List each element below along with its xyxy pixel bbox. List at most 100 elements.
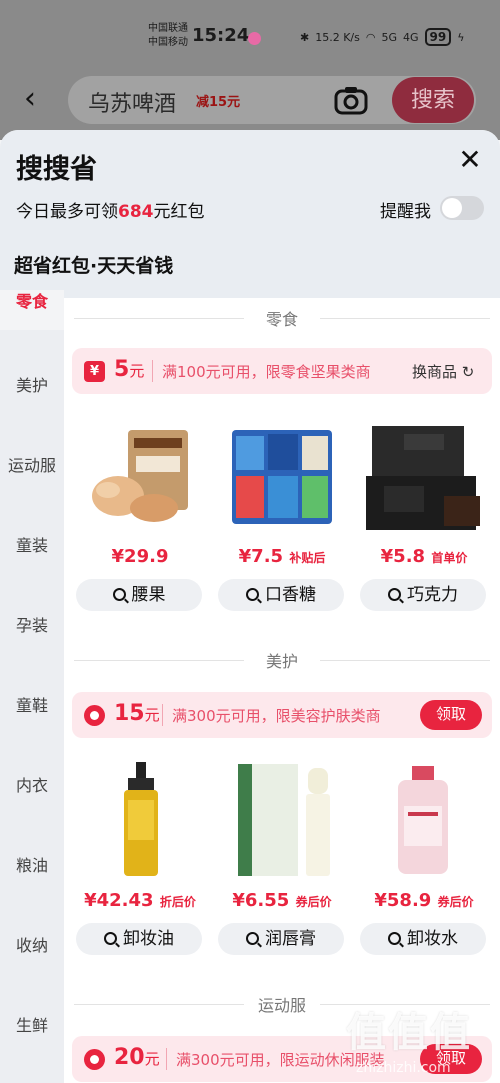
product-image-cashew[interactable] [80,416,200,536]
category-item-sportswear[interactable]: 运动服 [0,452,64,476]
coupon-unit: 元 [144,1050,160,1068]
keyword-search-button[interactable]: 腰果 [76,579,202,611]
camera-icon[interactable] [334,85,368,115]
coupon-value: 20元 [114,1045,160,1070]
product-image-cleansing-oil[interactable] [80,760,200,880]
back-arrow-icon[interactable]: ‹ [24,84,46,114]
divider [320,318,490,319]
coupon-card-beauty[interactable]: 15元 满300元可用，限美容护肤类商 领取 [72,692,492,738]
category-item-snacks[interactable]: 零食 [0,290,64,330]
category-item-beauty[interactable]: 美护 [0,372,64,396]
keyword-label: 腰果 [131,585,166,605]
search-icon [104,932,117,945]
product-price: ¥5.8 首单价 [360,546,488,567]
remind-toggle[interactable] [440,196,484,220]
product-price: ¥6.55 券后价 [218,890,346,911]
status-bar: 中国联通 中国移动 15:24 ✱ 15.2 K/s ◠ 5G 4G 99 ϟ [0,20,500,56]
quota-suffix: 元红包 [153,202,205,222]
divider [166,1048,167,1070]
coupon-dot-icon [84,705,105,726]
coupon-value: 5元 [114,357,144,382]
watermark-url: zhizhizhi.com [356,1060,451,1076]
carrier-labels: 中国联通 中国移动 [148,22,188,50]
refresh-icon: ↻ [461,363,475,381]
product-price: ¥29.9 [76,546,204,567]
product-card[interactable]: ¥5.8 首单价 巧克力 [360,416,488,616]
clock: 15:24 [192,25,250,46]
category-item-kids-wear[interactable]: 童装 [0,532,64,556]
notification-icon [248,32,261,45]
network-1: 5G [381,30,397,44]
price-note: 券后价 [295,895,332,909]
product-image-lip-balm[interactable] [222,760,342,880]
charging-icon: ϟ [457,30,465,44]
category-item-fresh[interactable]: 生鲜 [0,1012,64,1036]
price-value: ¥7.5 [238,546,284,567]
product-card[interactable]: ¥7.5 补贴后 口香糖 [218,416,346,616]
keyword-search-button[interactable]: 润唇膏 [218,923,344,955]
product-image-chewing-gum[interactable] [222,416,342,536]
price-value: ¥5.8 [380,546,426,567]
search-box[interactable]: 乌苏啤酒 减15元 搜索 [68,76,476,124]
search-icon [112,588,126,601]
keyword-label: 卸妆水 [407,929,458,949]
search-query-tag: 减15元 [196,95,241,110]
search-query[interactable]: 乌苏啤酒 [88,86,176,118]
keyword-search-button[interactable]: 卸妆水 [360,923,486,955]
price-note: 券后价 [437,895,474,909]
swap-products-button[interactable]: 换商品 ↻ [412,361,474,382]
close-icon[interactable]: ✕ [454,144,486,176]
product-card[interactable]: ¥29.9 腰果 [76,416,204,616]
product-card[interactable]: ¥58.9 券后价 卸妆水 [360,760,488,960]
divider [320,660,490,661]
category-item-storage[interactable]: 收纳 [0,932,64,956]
product-price: ¥7.5 补贴后 [218,546,346,567]
coupon-amount: 20 [114,1045,145,1070]
keyword-search-button[interactable]: 巧克力 [360,579,486,611]
sheet-slogan: 超省红包·天天省钱 [14,255,174,277]
coupon-desc: 满300元可用，限美容护肤类商 [172,707,381,725]
category-item-grain-oil[interactable]: 粮油 [0,852,64,876]
coupon-value: 15元 [114,701,160,726]
coupon-desc: 满100元可用，限零食坚果类商 [162,363,371,381]
keyword-label: 口香糖 [265,585,316,605]
divider [162,704,163,726]
keyword-search-button[interactable]: 口香糖 [218,579,344,611]
claim-coupon-button[interactable]: 领取 [420,700,482,730]
product-card[interactable]: ¥6.55 券后价 润唇膏 [218,760,346,960]
product-price: ¥42.43 折后价 [76,890,204,911]
search-icon [246,932,259,945]
swap-label: 换商品 [412,363,458,381]
keyword-label: 润唇膏 [265,929,316,949]
coupon-card-snacks[interactable]: ¥ 5元 满100元可用，限零食坚果类商 换商品 ↻ [72,348,492,394]
price-value: ¥42.43 [84,890,154,911]
sheet-title: 搜搜省 [16,154,97,185]
category-item-kids-shoes[interactable]: 童鞋 [0,692,64,716]
product-image-chocolate[interactable] [364,416,484,536]
content-list: 零食 ¥ 5元 满100元可用，限零食坚果类商 换商品 ↻ ¥29.9 腰果 ¥… [64,298,500,1083]
category-sidebar: 零食 美护 运动服 童装 孕装 童鞋 内衣 粮油 收纳 生鲜 [0,290,64,1083]
daily-quota: 今日最多可领684元红包 [16,197,205,222]
carrier-2: 中国移动 [148,37,188,48]
category-item-maternity[interactable]: 孕装 [0,612,64,636]
wifi-icon: ◠ [365,30,376,44]
product-image-micellar-water[interactable] [364,760,484,880]
quota-prefix: 今日最多可领 [16,202,118,222]
search-button[interactable]: 搜索 [392,77,474,123]
search-icon [388,588,401,601]
keyword-label: 卸妆油 [123,929,174,949]
product-price: ¥58.9 券后价 [360,890,488,911]
status-indicators: ✱ 15.2 K/s ◠ 5G 4G 99 ϟ [300,28,465,46]
section-header-beauty: 美护 [74,648,490,672]
divider [152,360,153,382]
net-speed: 15.2 K/s [315,30,360,44]
watermark-logo: 值值值 [346,1010,472,1056]
keyword-search-button[interactable]: 卸妆油 [76,923,202,955]
search-icon [246,588,259,601]
coupon-unit: 元 [144,706,160,724]
coupon-yen-icon: ¥ [84,361,105,382]
product-card[interactable]: ¥42.43 折后价 卸妆油 [76,760,204,960]
price-value: ¥6.55 [232,890,290,911]
category-item-underwear[interactable]: 内衣 [0,772,64,796]
keyword-label: 巧克力 [407,585,458,605]
